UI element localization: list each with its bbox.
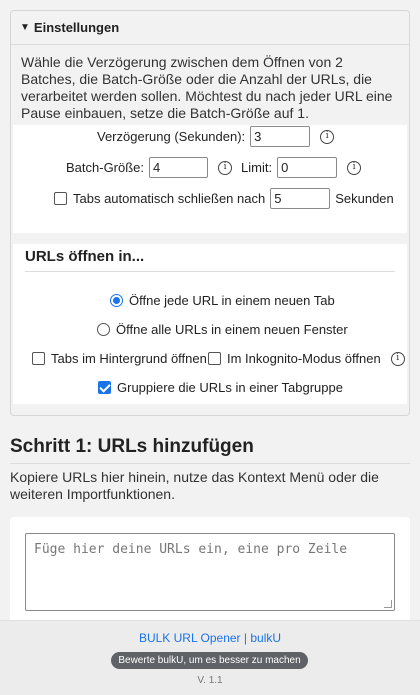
- footer-link[interactable]: BULK URL Opener | bulkU: [0, 631, 420, 645]
- divider: [25, 271, 395, 272]
- limit-info-icon[interactable]: i: [347, 160, 362, 175]
- url-textarea-placeholder: Füge hier deine URLs ein, eine pro Zeile: [34, 542, 348, 557]
- batch-row: Batch-Größe: 4 i Limit: 0 i: [66, 157, 362, 178]
- version-label: V. 1.1: [197, 675, 223, 686]
- url-textarea[interactable]: Füge hier deine URLs ein, eine pro Zeile: [25, 533, 395, 611]
- autoclose-unit: Sekunden: [335, 191, 394, 206]
- radio-new-window-label: Öffne alle URLs in einem neuen Fenster: [116, 322, 348, 337]
- radio-new-tab-label: Öffne jede URL in einem neuen Tab: [129, 293, 335, 308]
- rate-button[interactable]: Bewerte bulkU, um es besser zu machen: [111, 652, 308, 669]
- delay-row: Verzögerung (Sekunden): 3 i: [97, 126, 335, 147]
- background-tabs-label: Tabs im Hintergrund öffnen: [51, 351, 207, 366]
- settings-description: Wähle die Verzögerung zwischen dem Öffne…: [21, 54, 393, 121]
- autoclose-label: Tabs automatisch schließen nach: [73, 191, 266, 206]
- settings-panel: ▼ Einstellungen Wähle die Verzögerung zw…: [10, 10, 410, 416]
- open-in-title: URLs öffnen in...: [25, 248, 145, 265]
- radio-new-tab[interactable]: [110, 294, 123, 307]
- radio-new-window-row[interactable]: Öffne alle URLs in einem neuen Fenster: [97, 322, 348, 337]
- tab-group-checkbox[interactable]: [98, 381, 111, 394]
- incognito-checkbox[interactable]: [208, 352, 221, 365]
- step1-title: Schritt 1: URLs hinzufügen: [10, 436, 254, 457]
- resize-grip-icon[interactable]: [384, 600, 392, 608]
- batch-size-info-icon[interactable]: i: [218, 160, 233, 175]
- delay-info-icon[interactable]: i: [320, 129, 335, 144]
- limit-label: Limit:: [241, 160, 273, 175]
- step1-description: Kopiere URLs hier hinein, nutze das Kont…: [10, 469, 379, 502]
- delay-label: Verzögerung (Sekunden):: [97, 129, 246, 144]
- incognito-info-icon[interactable]: i: [390, 351, 405, 366]
- delay-input[interactable]: 3: [250, 126, 311, 147]
- batch-size-label: Batch-Größe:: [66, 160, 145, 175]
- url-input-card: Füge hier deine URLs ein, eine pro Zeile: [10, 517, 410, 627]
- limit-input[interactable]: 0: [277, 157, 338, 178]
- radio-new-tab-row[interactable]: Öffne jede URL in einem neuen Tab: [110, 293, 335, 308]
- tab-group-label: Gruppiere die URLs in einer Tabgruppe: [117, 380, 343, 395]
- autoclose-row: Tabs automatisch schließen nach 5 Sekund…: [54, 188, 394, 209]
- settings-toggle[interactable]: ▼ Einstellungen: [11, 11, 409, 45]
- autoclose-checkbox[interactable]: [54, 192, 67, 205]
- radio-new-window[interactable]: [97, 323, 110, 336]
- autoclose-seconds-input[interactable]: 5: [270, 188, 331, 209]
- incognito-row: Im Inkognito-Modus öffnen i: [208, 351, 405, 366]
- step1-divider: [10, 463, 410, 464]
- background-tabs-row: Tabs im Hintergrund öffnen: [32, 351, 207, 366]
- settings-title: Einstellungen: [33, 20, 120, 35]
- disclosure-triangle-icon: ▼: [20, 22, 30, 33]
- tab-group-row: Gruppiere die URLs in einer Tabgruppe: [98, 380, 343, 395]
- background-tabs-checkbox[interactable]: [32, 352, 45, 365]
- footer: BULK URL Opener | bulkU Bewerte bulkU, u…: [0, 620, 420, 695]
- incognito-label: Im Inkognito-Modus öffnen: [227, 351, 381, 366]
- open-in-settings: URLs öffnen in... Öffne jede URL in eine…: [13, 244, 407, 404]
- timing-settings: Verzögerung (Sekunden): 3 i Batch-Größe:…: [13, 125, 407, 233]
- batch-size-input[interactable]: 4: [149, 157, 209, 178]
